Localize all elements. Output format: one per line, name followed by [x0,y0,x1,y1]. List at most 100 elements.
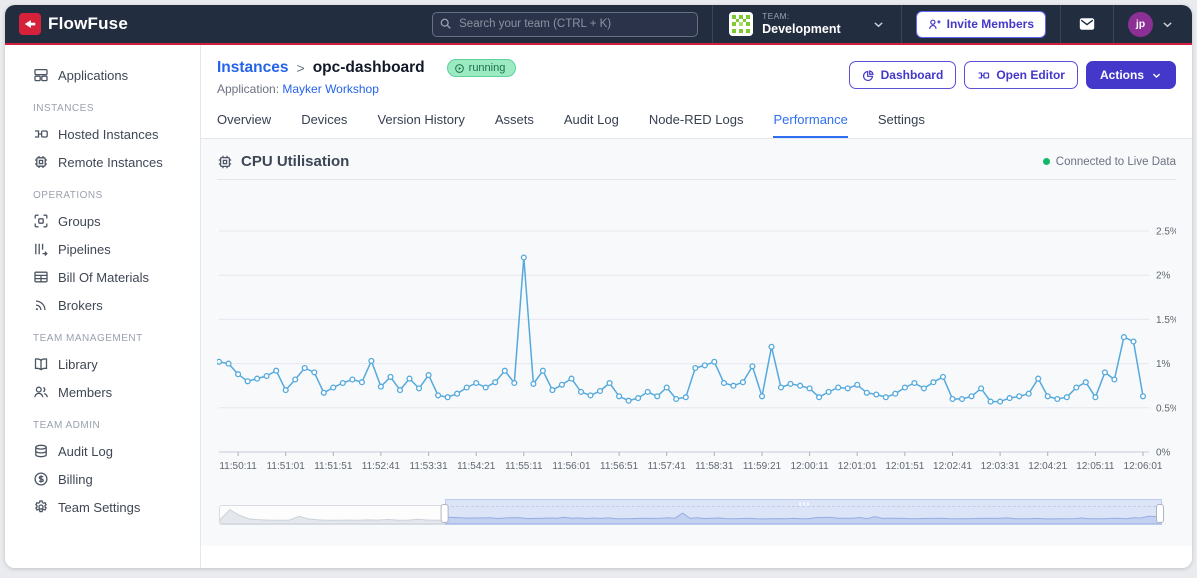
tab-version-history[interactable]: Version History [377,112,464,138]
user-menu[interactable]: jp [1114,5,1182,43]
invite-members-button[interactable]: Invite Members [915,10,1046,38]
tab-node-red-logs[interactable]: Node-RED Logs [649,112,744,138]
application-label: Application: [217,82,280,96]
node-editor-icon [977,69,990,82]
pie-chart-icon [862,69,875,82]
status-badge: running [446,59,517,77]
sidebar-item-label: Library [58,356,98,372]
tab-performance[interactable]: Performance [773,112,848,138]
chevron-down-icon [1161,18,1174,31]
sidebar-item-bill-of-materials[interactable]: Bill Of Materials [5,263,200,291]
flowfuse-logo[interactable]: FlowFuse [19,13,128,35]
sidebar-item-brokers[interactable]: Brokers [5,291,200,319]
brush-selected-region[interactable] [445,499,1162,525]
groups-icon [33,213,49,229]
open-editor-button[interactable]: Open Editor [964,61,1078,89]
dashboard-button-label: Dashboard [880,68,944,82]
cpu-chip-icon [217,154,233,170]
sidebar-item-label: Bill Of Materials [58,269,150,285]
team-search [432,11,699,37]
sidebar-item-remote-instances[interactable]: Remote Instances [5,148,200,176]
sidebar-item-members[interactable]: Members [5,378,200,406]
remote-instances-icon [33,154,49,170]
team-name: Development [762,21,841,36]
chart-title: CPU Utilisation [241,153,350,170]
sidebar-item-label: Team Settings [58,499,141,515]
sidebar-item-team-settings[interactable]: Team Settings [5,493,200,521]
sidebar-item-applications[interactable]: Applications [5,61,200,89]
sidebar-item-pipelines[interactable]: Pipelines [5,235,200,263]
breadcrumb-instances-link[interactable]: Instances [217,59,289,77]
brush-unselected-region[interactable] [219,505,446,525]
sidebar-item-label: Groups [58,213,101,229]
sidebar-item-billing[interactable]: Billing [5,465,200,493]
status-badge-label: running [468,62,506,74]
svg-text:11:56:51: 11:56:51 [600,461,639,472]
sidebar-section-instances: INSTANCES [33,103,94,114]
search-input[interactable] [432,11,699,37]
tab-settings[interactable]: Settings [878,112,925,138]
svg-text:11:51:51: 11:51:51 [314,461,353,472]
main-content: Instances > opc-dashboard running Applic… [201,45,1192,568]
sidebar-item-groups[interactable]: Groups [5,207,200,235]
sidebar-item-audit-log[interactable]: Audit Log [5,437,200,465]
sidebar-item-library[interactable]: Library [5,350,200,378]
application-link[interactable]: Mayker Workshop [282,82,378,96]
sidebar-item-label: Billing [58,471,93,487]
team-avatar [729,12,754,36]
chart-svg[interactable]: 0% 0.5% 1% 1.5% 2% 2.5% 11:50:11 11:51:01 11:51:… [217,186,1176,486]
brush-right-handle[interactable] [1156,504,1164,523]
svg-text:0.5%: 0.5% [1156,403,1176,414]
sidebar-section-operations: OPERATIONS [33,190,103,201]
sidebar-item-label: Audit Log [58,443,113,459]
svg-text:12:01:51: 12:01:51 [885,461,924,472]
svg-text:2.5%: 2.5% [1156,227,1176,238]
mail-icon [1079,16,1095,32]
navbar-divider [900,5,902,43]
bill-of-materials-icon [33,269,49,285]
sidebar-item-hosted-instances[interactable]: Hosted Instances [5,120,200,148]
chart-header: CPU Utilisation Connected to Live Data [217,147,1176,180]
brush-left-handle[interactable] [440,504,449,523]
audit-log-icon [33,443,49,459]
team-selector[interactable]: TEAM: Development [713,5,901,43]
chart-brush [219,498,1164,528]
library-icon [33,356,49,372]
members-icon [33,384,49,400]
svg-text:12:01:01: 12:01:01 [838,461,877,472]
svg-text:1.5%: 1.5% [1156,315,1176,326]
page-header: Instances > opc-dashboard running Applic… [201,45,1192,102]
team-settings-icon [33,499,49,515]
hosted-instances-icon [33,126,49,142]
sidebar: Applications INSTANCES Hosted Instances Rem… [5,45,201,568]
team-label: TEAM: [762,10,790,21]
top-navbar: FlowFuse TEAM: Development [5,5,1192,45]
breadcrumb-separator: > [296,60,305,76]
app-window: FlowFuse TEAM: Development [5,5,1192,568]
tab-assets[interactable]: Assets [495,112,534,138]
notifications-button[interactable] [1061,5,1113,43]
sidebar-item-label: Brokers [58,297,103,313]
svg-text:12:03:31: 12:03:31 [981,461,1020,472]
live-status-dot [1042,158,1050,165]
svg-text:11:54:21: 11:54:21 [457,461,496,472]
svg-text:11:55:11: 11:55:11 [505,461,543,472]
tab-overview[interactable]: Overview [217,112,271,138]
live-status: Connected to Live Data [1042,156,1176,168]
invite-members-label: Invite Members [946,17,1034,31]
actions-button[interactable]: Actions [1085,61,1176,89]
svg-text:12:06:01: 12:06:01 [1124,461,1163,472]
logo-text: FlowFuse [48,14,128,33]
sidebar-item-label: Applications [58,67,129,83]
search-icon [439,17,452,30]
brush-selection-sparkline [446,512,1162,524]
svg-text:0%: 0% [1156,448,1171,459]
play-circle-icon [454,63,465,74]
tab-audit-log[interactable]: Audit Log [564,112,619,138]
dashboard-button[interactable]: Dashboard [848,61,957,89]
tab-devices[interactable]: Devices [301,112,347,138]
svg-text:11:53:31: 11:53:31 [410,461,449,472]
open-editor-button-label: Open Editor [996,68,1065,82]
svg-text:12:05:11: 12:05:11 [1076,461,1115,472]
billing-icon [33,471,49,487]
